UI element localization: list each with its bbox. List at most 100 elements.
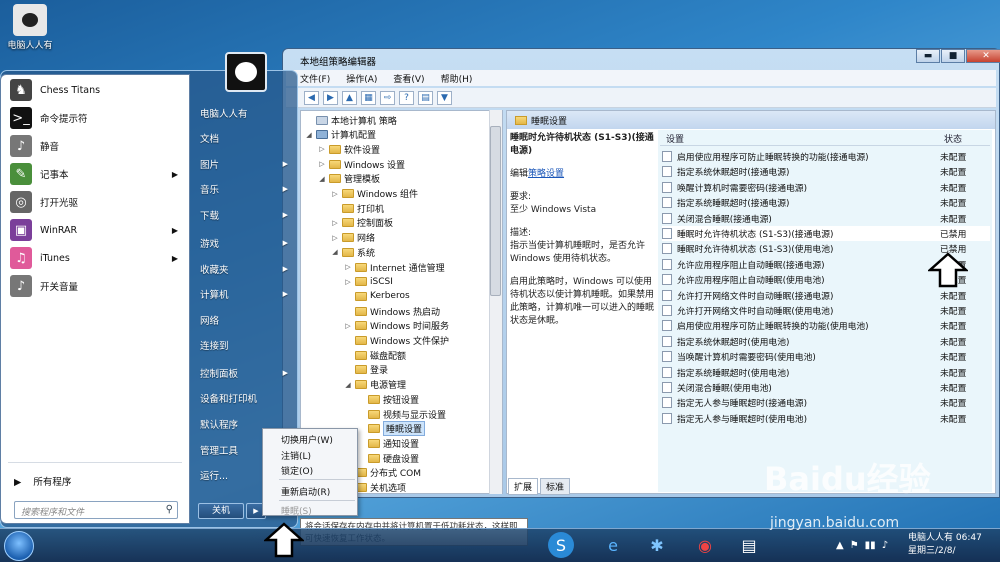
start-right-item[interactable]: 音乐 ▶: [196, 177, 292, 201]
start-right-item[interactable]: 设备和打印机: [196, 386, 292, 410]
shutdown-button[interactable]: 关机: [198, 503, 244, 519]
tree-node[interactable]: 打印机: [331, 201, 384, 215]
setting-row[interactable]: 指定系统睡眠超时(使用电池) 未配置: [662, 365, 990, 380]
start-right-item[interactable]: 网络: [196, 308, 292, 332]
tree-node[interactable]: ▷ Internet 通信管理: [344, 260, 445, 274]
all-programs-button[interactable]: ▶ 所有程序: [14, 474, 71, 488]
tree-node[interactable]: ▷ Windows 时间服务: [344, 319, 449, 333]
start-right-item[interactable]: 下载 ▶: [196, 203, 292, 227]
setting-row[interactable]: 允许打开网络文件时自动睡眠(使用电池) 未配置: [662, 303, 990, 318]
tree-node[interactable]: ▷ Windows 设置: [318, 157, 405, 171]
start-search-input[interactable]: 搜索程序和文件 ⚲: [14, 501, 178, 519]
start-right-item[interactable]: 游戏 ▶: [196, 231, 292, 255]
tree-node[interactable]: ▷ 网络: [331, 231, 375, 245]
tree-node[interactable]: 睡眠设置: [357, 421, 426, 437]
setting-row[interactable]: 唤醒计算机时需要密码(接通电源) 未配置: [662, 180, 990, 195]
setting-row[interactable]: 指定无人参与睡眠超时(使用电池) 未配置: [662, 411, 990, 426]
tree-node[interactable]: 硬盘设置: [357, 451, 419, 465]
menu-item-switch-user[interactable]: 切换用户(W): [281, 433, 333, 446]
start-right-item[interactable]: 图片 ▶: [196, 152, 292, 176]
column-header-state[interactable]: 状态: [944, 132, 962, 145]
tree-node[interactable]: 按钮设置: [357, 392, 419, 406]
expand-toggle-icon[interactable]: ▷: [331, 190, 339, 198]
ie-icon[interactable]: e: [596, 531, 630, 559]
tab-extended[interactable]: 扩展: [508, 478, 539, 495]
forward-icon[interactable]: ▶: [323, 90, 338, 105]
tree-node[interactable]: ▷ 软件设置: [318, 142, 380, 156]
export-list-icon[interactable]: ⇨: [380, 90, 395, 105]
start-right-item[interactable]: 计算机 ▶: [196, 282, 292, 306]
help-icon[interactable]: ?: [399, 90, 414, 105]
menu-file[interactable]: 文件(F): [300, 72, 330, 85]
column-header-setting[interactable]: 设置: [666, 132, 684, 145]
menu-view[interactable]: 查看(V): [393, 72, 424, 85]
tree-node[interactable]: ◢ 计算机配置: [305, 128, 376, 142]
expand-toggle-icon[interactable]: ▷: [344, 263, 352, 271]
start-program-item[interactable]: ♞ Chess Titans: [6, 77, 184, 103]
tree-node[interactable]: ◢ 系统: [331, 245, 375, 259]
close-button[interactable]: ✕: [966, 49, 1000, 63]
expand-toggle-icon[interactable]: ◢: [344, 381, 352, 389]
user-avatar[interactable]: [225, 52, 267, 92]
tree-node[interactable]: ◢ 电源管理: [344, 378, 406, 392]
start-right-item[interactable]: 文档: [196, 126, 292, 150]
flag-icon[interactable]: ⚑: [850, 540, 859, 551]
setting-row[interactable]: 睡眠时允许待机状态 (S1-S3)(接通电源) 已禁用: [662, 226, 990, 241]
start-right-item[interactable]: 连接到: [196, 333, 292, 357]
setting-row[interactable]: 指定系统休眠超时(使用电池) 未配置: [662, 334, 990, 349]
setting-row[interactable]: 允许打开网络文件时自动睡眠(接通电源) 未配置: [662, 288, 990, 303]
setting-row[interactable]: 指定系统睡眠超时(接通电源) 未配置: [662, 195, 990, 210]
tab-standard[interactable]: 标准: [540, 478, 571, 495]
start-program-item[interactable]: ▣ WinRAR ▶: [6, 217, 184, 243]
settings-icon[interactable]: ✱: [640, 531, 674, 559]
chrome-icon[interactable]: ◉: [688, 531, 722, 559]
battery-icon[interactable]: ▮▮: [865, 540, 876, 551]
tree-node[interactable]: ▷ 控制面板: [331, 216, 393, 230]
tree-scroll-thumb[interactable]: [490, 126, 501, 296]
tree-node[interactable]: 本地计算机 策略: [305, 113, 397, 127]
start-program-item[interactable]: ✎ 记事本 ▶: [6, 161, 184, 187]
sogou-icon[interactable]: S: [548, 532, 574, 558]
expand-toggle-icon[interactable]: ▷: [318, 145, 326, 153]
menu-item-lock[interactable]: 锁定(O): [281, 464, 313, 477]
expand-toggle-icon[interactable]: ▷: [331, 219, 339, 227]
expand-toggle-icon[interactable]: ▷: [318, 160, 326, 168]
desktop-icon-computer[interactable]: 电脑人人有: [4, 4, 56, 51]
menu-item-logoff[interactable]: 注销(L): [281, 449, 311, 462]
expand-toggle-icon[interactable]: ◢: [305, 131, 313, 139]
setting-row[interactable]: 指定系统休眠超时(接通电源) 未配置: [662, 164, 990, 179]
start-right-item[interactable]: 收藏夹 ▶: [196, 257, 292, 281]
tree-node[interactable]: Windows 热启动: [344, 304, 440, 318]
show-hide-tree-icon[interactable]: ▦: [361, 90, 376, 105]
start-program-item[interactable]: ♫ iTunes ▶: [6, 245, 184, 271]
start-program-item[interactable]: ◎ 打开光驱: [6, 189, 184, 215]
start-right-item[interactable]: 电脑人人有: [196, 101, 292, 125]
tree-node[interactable]: 登录: [344, 363, 388, 377]
start-program-item[interactable]: >_ 命令提示符: [6, 105, 184, 131]
up-folder-icon[interactable]: ▲: [342, 90, 357, 105]
expand-toggle-icon[interactable]: ◢: [331, 248, 339, 256]
filter-icon[interactable]: ▼: [437, 90, 452, 105]
tree-node[interactable]: 视频与显示设置: [357, 407, 446, 421]
setting-row[interactable]: 启用使应用程序可防止睡眠转换的功能(使用电池) 未配置: [662, 318, 990, 333]
menu-item-sleep[interactable]: 睡眠(S): [281, 504, 312, 517]
expand-toggle-icon[interactable]: ▷: [344, 322, 352, 330]
setting-row[interactable]: 指定无人参与睡眠超时(接通电源) 未配置: [662, 395, 990, 410]
expand-toggle-icon[interactable]: ◢: [318, 175, 326, 183]
tree-node[interactable]: Kerberos: [344, 289, 410, 303]
notepad-icon[interactable]: ▤: [732, 531, 766, 559]
taskbar-clock[interactable]: 电脑人人有 06:47 星期三/2/8/: [908, 532, 982, 558]
back-icon[interactable]: ◀: [304, 90, 319, 105]
menu-help[interactable]: 帮助(H): [441, 72, 473, 85]
tree-node[interactable]: ▷ iSCSI: [344, 275, 393, 289]
tree-node[interactable]: 磁盘配额: [344, 348, 406, 362]
start-program-item[interactable]: ♪ 开关音量: [6, 273, 184, 299]
tree-node[interactable]: ▷ Windows 组件: [331, 187, 418, 201]
tree-node[interactable]: 通知设置: [357, 436, 419, 450]
expand-toggle-icon[interactable]: ▷: [331, 234, 339, 242]
menu-item-restart[interactable]: 重新启动(R): [281, 485, 330, 498]
start-right-item[interactable]: 控制面板 ▶: [196, 361, 292, 385]
expand-toggle-icon[interactable]: ▷: [344, 278, 352, 286]
maximize-button[interactable]: ■: [941, 49, 965, 63]
tree-node[interactable]: ◢ 管理模板: [318, 172, 380, 186]
